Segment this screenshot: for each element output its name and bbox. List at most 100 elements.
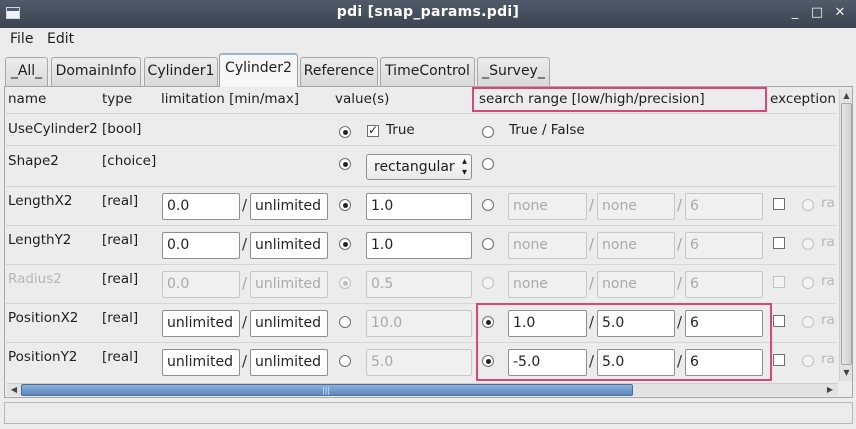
min-input[interactable]: unlimited: [162, 349, 240, 376]
high-input[interactable]: 5.0: [597, 310, 675, 337]
value-input[interactable]: 1.0: [366, 232, 472, 259]
value-mode-radio[interactable]: [339, 355, 351, 367]
high-input[interactable]: none: [597, 271, 675, 298]
low-input[interactable]: none: [508, 271, 587, 298]
precision-input[interactable]: 6: [685, 232, 763, 259]
exception-radio[interactable]: [802, 199, 814, 211]
value-input[interactable]: 5.0: [366, 349, 472, 376]
value-mode-radio[interactable]: [339, 199, 351, 211]
low-input[interactable]: -5.0: [508, 349, 587, 376]
separator-slash: /: [677, 235, 683, 253]
max-input[interactable]: unlimited: [250, 232, 328, 259]
exception-radio[interactable]: [802, 355, 814, 367]
horizontal-scrollbar[interactable]: ◀ ||| ▶: [7, 383, 838, 396]
search-mode-radio[interactable]: [482, 316, 494, 328]
tab-timecontrol[interactable]: TimeControl: [380, 57, 475, 86]
value-mode-radio[interactable]: [339, 316, 351, 328]
header-values: value(s): [335, 91, 390, 107]
exception-label: ra: [821, 234, 835, 250]
scroll-up-icon[interactable]: ▲: [841, 90, 852, 102]
separator-slash: /: [677, 313, 683, 331]
scroll-right-icon[interactable]: ▶: [824, 384, 836, 396]
tab-cylinder1[interactable]: Cylinder1: [144, 57, 218, 86]
true-checkbox[interactable]: [367, 123, 379, 137]
separator-slash: /: [242, 235, 248, 253]
tab-cylinder2[interactable]: Cylinder2: [219, 53, 298, 87]
grip-icon: |||: [322, 386, 331, 395]
param-type: [real]: [102, 232, 139, 248]
precision-input[interactable]: 6: [685, 271, 763, 298]
min-input[interactable]: 0.0: [162, 193, 240, 220]
maximize-button[interactable]: □: [809, 4, 825, 22]
value-mode-radio[interactable]: [339, 277, 351, 289]
exception-checkbox[interactable]: [773, 198, 785, 210]
value-mode-radio[interactable]: [339, 238, 351, 250]
exception-radio[interactable]: [802, 277, 814, 289]
search-mode-radio[interactable]: [482, 277, 494, 289]
value-input[interactable]: 1.0: [366, 193, 472, 220]
low-input[interactable]: none: [508, 232, 587, 259]
max-input[interactable]: unlimited: [250, 310, 328, 337]
scroll-down-icon[interactable]: ▼: [841, 367, 852, 379]
value-input[interactable]: 10.0: [366, 310, 472, 337]
separator-slash: /: [589, 274, 595, 292]
high-input[interactable]: 5.0: [597, 349, 675, 376]
scroll-left-icon[interactable]: ◀: [8, 384, 20, 396]
shape-select[interactable]: rectangular ▴ ▾: [366, 154, 472, 180]
low-input[interactable]: none: [508, 193, 587, 220]
row-divider: [6, 342, 836, 343]
min-input[interactable]: 0.0: [162, 271, 240, 298]
search-mode-radio[interactable]: [482, 355, 494, 367]
separator-slash: /: [589, 313, 595, 331]
tab-reference[interactable]: Reference: [300, 57, 378, 86]
tab-all[interactable]: _All_: [5, 57, 48, 86]
header-search-range: search range [low/high/precision]: [479, 91, 705, 107]
max-input[interactable]: unlimited: [250, 349, 328, 376]
precision-input[interactable]: 6: [685, 349, 763, 376]
exception-checkbox[interactable]: [773, 354, 785, 366]
search-mode-radio[interactable]: [482, 126, 494, 138]
close-button[interactable]: ✕: [832, 4, 848, 22]
separator-slash: /: [677, 196, 683, 214]
search-mode-radio[interactable]: [482, 238, 494, 250]
precision-input[interactable]: 6: [685, 310, 763, 337]
precision-input[interactable]: 6: [685, 193, 763, 220]
exception-label: ra: [821, 195, 835, 211]
value-mode-radio[interactable]: [339, 158, 351, 170]
low-input[interactable]: 1.0: [508, 310, 587, 337]
search-mode-radio[interactable]: [482, 199, 494, 211]
menu-bar: File Edit: [0, 28, 856, 51]
min-input[interactable]: unlimited: [162, 310, 240, 337]
param-name: LengthY2: [8, 232, 72, 248]
shape-select-value: rectangular: [374, 159, 455, 175]
exception-checkbox[interactable]: [773, 315, 785, 327]
vertical-scroll-thumb[interactable]: [841, 103, 852, 365]
exception-radio[interactable]: [802, 238, 814, 250]
separator-slash: /: [589, 352, 595, 370]
exception-checkbox[interactable]: [773, 237, 785, 249]
minimize-button[interactable]: _: [787, 4, 803, 22]
min-input[interactable]: 0.0: [162, 232, 240, 259]
value-input[interactable]: 0.5: [366, 271, 472, 298]
horizontal-scroll-thumb[interactable]: |||: [21, 384, 633, 396]
row-divider: [6, 113, 836, 114]
high-input[interactable]: none: [597, 232, 675, 259]
separator-slash: /: [242, 313, 248, 331]
search-mode-radio[interactable]: [482, 158, 494, 170]
tab-domaininfo[interactable]: DomainInfo: [51, 57, 141, 86]
param-name: LengthX2: [8, 193, 73, 209]
max-input[interactable]: unlimited: [250, 193, 328, 220]
exception-checkbox[interactable]: [773, 276, 785, 288]
separator-slash: /: [242, 352, 248, 370]
header-exception: exception: [770, 91, 836, 107]
chevron-updown-icon: ▴ ▾: [461, 156, 467, 178]
menu-edit[interactable]: Edit: [47, 31, 74, 47]
high-input[interactable]: none: [597, 193, 675, 220]
menu-file[interactable]: File: [10, 31, 33, 47]
vertical-scrollbar[interactable]: ▲ ▼: [839, 89, 852, 381]
param-name: UseCylinder2: [8, 121, 98, 137]
value-mode-radio[interactable]: [339, 126, 351, 138]
exception-radio[interactable]: [802, 316, 814, 328]
max-input[interactable]: unlimited: [250, 271, 328, 298]
tab-survey[interactable]: _Survey_: [477, 57, 550, 86]
